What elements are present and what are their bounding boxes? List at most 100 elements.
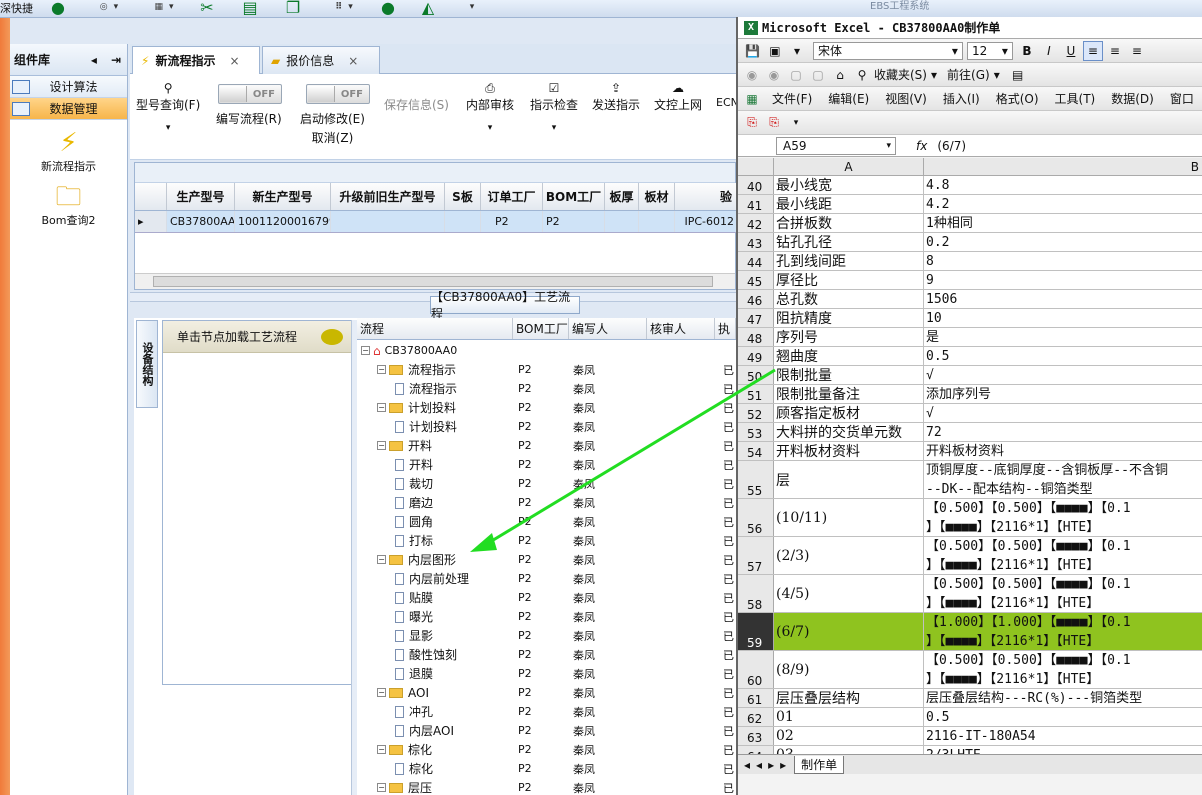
- tree-node[interactable]: 裁切 P2 秦凤 已: [357, 474, 736, 493]
- cell-b[interactable]: 9: [924, 271, 1202, 289]
- row-number[interactable]: 51: [738, 385, 774, 403]
- cell-a[interactable]: (10/11): [774, 499, 924, 536]
- table-cell[interactable]: CB37800AA0: [167, 211, 235, 232]
- cell-a[interactable]: (8/9): [774, 651, 924, 688]
- chevron-down-icon[interactable]: ▾: [787, 41, 807, 61]
- cell-b[interactable]: 0.5: [924, 347, 1202, 365]
- internal-review-button[interactable]: ⎙ 内部审核 ▾: [466, 80, 514, 133]
- tree-node[interactable]: 贴膜 P2 秦凤 已: [357, 588, 736, 607]
- collapse-icon[interactable]: −: [377, 365, 386, 374]
- cell-b[interactable]: 0.5: [924, 708, 1202, 726]
- collapse-icon[interactable]: −: [377, 403, 386, 412]
- sidebar-item-design-algorithm[interactable]: 设计算法: [10, 76, 127, 98]
- column-header[interactable]: 验: [675, 183, 737, 210]
- write-flow-toggle[interactable]: OFF: [218, 84, 282, 104]
- chevron-left-icon[interactable]: ◂: [91, 53, 97, 67]
- home-icon[interactable]: ⌂: [830, 65, 850, 85]
- cell-a[interactable]: 大料拼的交货单元数: [774, 423, 924, 441]
- tree-node[interactable]: − AOI P2 秦凤 已: [357, 683, 736, 702]
- row-number[interactable]: 44: [738, 252, 774, 270]
- menu-tools[interactable]: 工具(T): [1055, 90, 1096, 107]
- sheet-nav-last-icon[interactable]: ▸: [780, 758, 786, 772]
- cancel-label[interactable]: 取消(Z): [312, 129, 354, 146]
- row-number[interactable]: 40: [738, 176, 774, 194]
- tree-node[interactable]: 打标 P2 秦凤 已: [357, 531, 736, 550]
- table-cell[interactable]: [639, 211, 675, 232]
- tree-node[interactable]: − 棕化 P2 秦凤 已: [357, 740, 736, 759]
- table-cell[interactable]: IPC-6012: [675, 211, 737, 232]
- copy-icon[interactable]: ❐: [280, 0, 306, 17]
- row-number[interactable]: 60: [738, 651, 774, 688]
- cell-a[interactable]: 层: [774, 461, 924, 498]
- column-header[interactable]: S板: [445, 183, 481, 210]
- menu-view[interactable]: 视图(V): [885, 90, 927, 107]
- model-query-button[interactable]: ⚲ 型号查询(F) ▾: [136, 80, 200, 133]
- tree-node[interactable]: 曝光 P2 秦凤 已: [357, 607, 736, 626]
- collapse-icon[interactable]: −: [361, 346, 370, 355]
- column-header[interactable]: 生产型号: [167, 183, 235, 210]
- tree-node[interactable]: 开料 P2 秦凤 已: [357, 455, 736, 474]
- align-right-icon[interactable]: ≡: [1127, 41, 1147, 61]
- column-header[interactable]: BOM工厂: [513, 318, 569, 339]
- column-header[interactable]: 订单工厂: [481, 183, 543, 210]
- pin-icon[interactable]: ⇥: [111, 53, 121, 67]
- column-header[interactable]: 执: [715, 318, 736, 339]
- start-modify-toggle[interactable]: OFF: [306, 84, 370, 104]
- excel-doc-icon[interactable]: ▦: [742, 89, 762, 109]
- save-icon[interactable]: 💾: [742, 41, 763, 61]
- tree-node[interactable]: 磨边 P2 秦凤 已: [357, 493, 736, 512]
- new-flow-instruction-launcher[interactable]: ⚡ 新流程指示: [10, 128, 127, 174]
- row-number[interactable]: 61: [738, 689, 774, 707]
- menu-data[interactable]: 数据(D): [1111, 90, 1154, 107]
- table-cell[interactable]: 10011200016799: [235, 211, 331, 232]
- stop-icon[interactable]: ▢: [786, 65, 806, 85]
- row-number[interactable]: 41: [738, 195, 774, 213]
- row-number[interactable]: 59: [738, 613, 774, 650]
- table-row[interactable]: ▸ CB37800AA0 10011200016799 P2 P2 IPC-60…: [135, 211, 737, 233]
- chart-icon[interactable]: ◭: [414, 0, 442, 17]
- tree-node[interactable]: 计划投料 P2 秦凤 已: [357, 417, 736, 436]
- column-header[interactable]: 板材: [639, 183, 675, 210]
- save-info-button[interactable]: 保存信息(S): [384, 96, 449, 113]
- tree-node[interactable]: 冲孔 P2 秦凤 已: [357, 702, 736, 721]
- row-number[interactable]: 46: [738, 290, 774, 308]
- column-header[interactable]: 流程: [357, 318, 513, 339]
- cell-a[interactable]: 层压叠层结构: [774, 689, 924, 707]
- tree-node[interactable]: 酸性蚀刻 P2 秦凤 已: [357, 645, 736, 664]
- cell-a[interactable]: 02: [774, 727, 924, 745]
- formula-input[interactable]: (6/7): [937, 139, 966, 153]
- cell-a[interactable]: 翘曲度: [774, 347, 924, 365]
- cell-a[interactable]: 最小线宽: [774, 176, 924, 194]
- row-number[interactable]: 45: [738, 271, 774, 289]
- column-header[interactable]: 板厚: [605, 183, 639, 210]
- search-web-icon[interactable]: ⚲: [852, 65, 872, 85]
- search-icon[interactable]: ●: [44, 0, 72, 17]
- align-left-icon[interactable]: ≡: [1082, 40, 1103, 61]
- bold-icon[interactable]: B: [1017, 41, 1037, 61]
- cell-a[interactable]: (6/7): [774, 613, 924, 650]
- collapse-icon[interactable]: −: [377, 441, 386, 450]
- align-center-icon[interactable]: ≡: [1105, 41, 1125, 61]
- fx-icon[interactable]: fx: [916, 139, 927, 153]
- cell-b[interactable]: 【0.500】【0.500】【■■■■】【0.1 】【■■■■】【2116*1】…: [924, 499, 1202, 536]
- cell-a[interactable]: 孔到线间距: [774, 252, 924, 270]
- cell-b[interactable]: 顶铜厚度--底铜厚度--含铜板厚--不含铜 --DK--配本结构--铜箔类型: [924, 461, 1202, 498]
- column-header[interactable]: 核审人: [647, 318, 715, 339]
- refresh-icon[interactable]: ▢: [808, 65, 828, 85]
- cell-b[interactable]: 10: [924, 309, 1202, 327]
- cell-b[interactable]: 8: [924, 252, 1202, 270]
- instruction-check-button[interactable]: ☑ 指示检查 ▾: [530, 80, 578, 133]
- font-size-select[interactable]: 12 ▾: [966, 41, 1013, 60]
- collapse-icon[interactable]: −: [377, 745, 386, 754]
- italic-icon[interactable]: I: [1039, 41, 1059, 61]
- column-header[interactable]: 新生产型号: [235, 183, 331, 210]
- image-icon[interactable]: ▣: [765, 41, 785, 61]
- web-toolbar-icon[interactable]: ▤: [1008, 65, 1028, 85]
- row-number[interactable]: 49: [738, 347, 774, 365]
- menu-window[interactable]: 窗口: [1170, 90, 1194, 107]
- row-number[interactable]: 43: [738, 233, 774, 251]
- cell-b[interactable]: 添加序列号: [924, 385, 1202, 403]
- goto-menu[interactable]: 前往(G): [947, 66, 990, 83]
- collapse-icon[interactable]: −: [377, 688, 386, 697]
- close-icon[interactable]: ×: [229, 54, 239, 68]
